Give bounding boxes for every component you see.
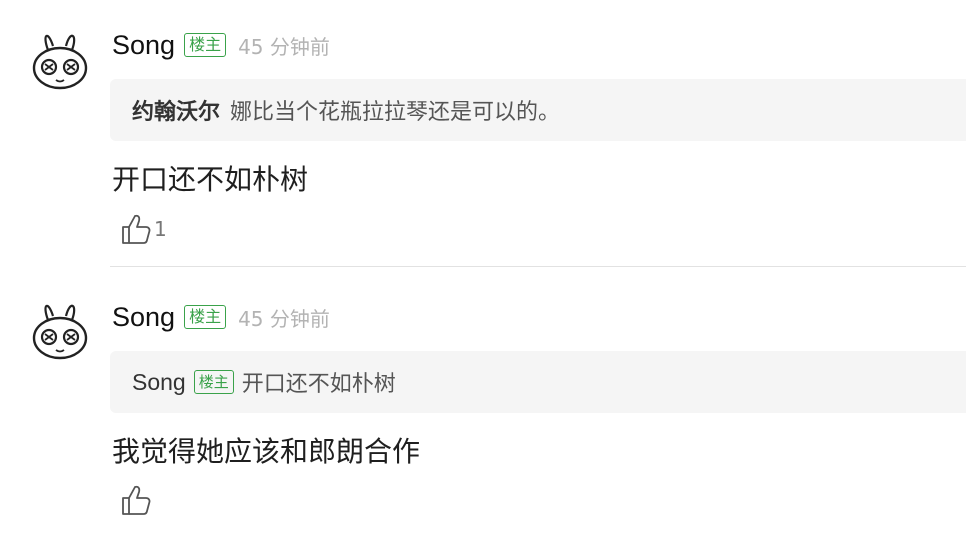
like-button[interactable]: [120, 483, 154, 517]
quote-author[interactable]: Song: [132, 369, 186, 396]
comment-header: Song 楼主 45 分钟前: [112, 28, 330, 62]
comment-text: 我觉得她应该和郎朗合作: [112, 435, 421, 468]
timestamp: 45 分钟前: [238, 34, 330, 59]
comment-text: 开口还不如朴树: [112, 163, 309, 196]
username[interactable]: Song: [112, 30, 175, 61]
like-count: 1: [154, 217, 167, 241]
owner-badge: 楼主: [184, 33, 227, 57]
like-button[interactable]: 1: [120, 212, 167, 246]
bunny-avatar-icon: [32, 304, 88, 360]
thumbs-up-icon: [122, 214, 151, 244]
quote-text: 开口还不如朴树: [241, 372, 396, 397]
avatar[interactable]: [26, 28, 94, 96]
bunny-avatar-icon: [32, 34, 88, 90]
quote-text: 娜比当个花瓶拉拉琴还是可以的。: [230, 100, 561, 125]
thumbs-up-icon: [122, 485, 151, 515]
quoted-comment[interactable]: 约翰沃尔 娜比当个花瓶拉拉琴还是可以的。: [110, 79, 966, 141]
comment-item: Song 楼主 45 分钟前 Song 楼主 开口还不如朴树 我觉得她应该和郎朗…: [0, 268, 966, 533]
owner-badge: 楼主: [184, 305, 227, 329]
comment-header: Song 楼主 45 分钟前: [112, 300, 330, 334]
quote-author[interactable]: 约翰沃尔: [132, 94, 220, 126]
quoted-comment[interactable]: Song 楼主 开口还不如朴树: [110, 351, 966, 413]
avatar[interactable]: [26, 298, 94, 366]
comment-item: Song 楼主 45 分钟前 约翰沃尔 娜比当个花瓶拉拉琴还是可以的。 开口还不…: [0, 0, 966, 268]
username[interactable]: Song: [112, 302, 175, 333]
divider: [110, 266, 966, 267]
timestamp: 45 分钟前: [238, 306, 330, 331]
quote-owner-badge: 楼主: [193, 370, 234, 394]
